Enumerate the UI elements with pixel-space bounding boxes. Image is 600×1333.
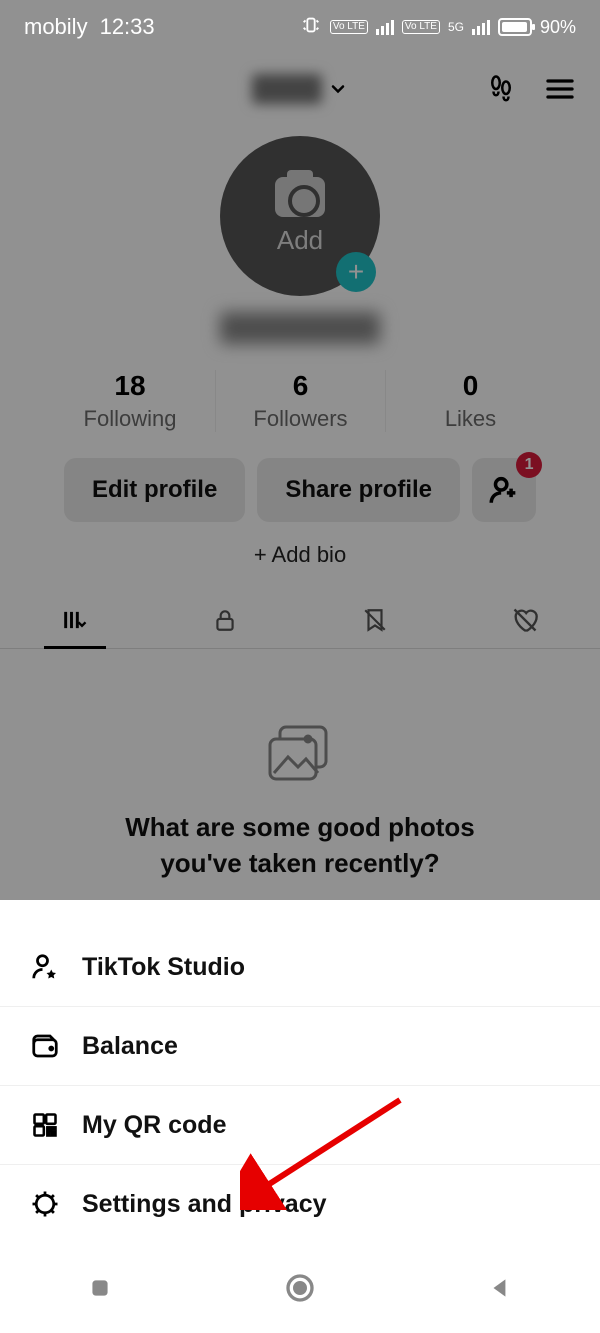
avatar-add-label: Add: [277, 225, 323, 256]
volte-badge-2: Vo LTE: [402, 20, 440, 34]
nav-home-button[interactable]: [280, 1268, 320, 1308]
friend-request-badge: 1: [516, 452, 542, 478]
tab-feed[interactable]: [0, 592, 150, 648]
wallet-icon: [28, 1029, 62, 1063]
tab-saved[interactable]: [300, 592, 450, 648]
settings-label: Settings and privacy: [82, 1190, 327, 1219]
vibrate-icon: [300, 14, 322, 41]
avatar-add[interactable]: Add +: [220, 136, 380, 296]
feed-icon: [61, 606, 89, 634]
sheet-item-studio[interactable]: TikTok Studio: [0, 928, 600, 1007]
nav-recent-button[interactable]: [80, 1268, 120, 1308]
person-star-icon: [28, 950, 62, 984]
hamburger-menu-icon[interactable]: [544, 73, 576, 105]
prompt-line2: you've taken recently?: [40, 845, 560, 881]
following-count: 18: [45, 370, 215, 402]
bookmark-hidden-icon: [362, 607, 388, 633]
stat-following[interactable]: 18 Following: [45, 370, 215, 432]
battery-percent: 90%: [540, 17, 576, 38]
add-bio-button[interactable]: + Add bio: [0, 542, 600, 568]
stat-followers[interactable]: 6 Followers: [215, 370, 385, 432]
likes-count: 0: [386, 370, 555, 402]
plus-badge-icon: +: [336, 252, 376, 292]
person-plus-icon: [487, 473, 521, 507]
handle-redacted: [220, 312, 380, 344]
gear-icon: [28, 1187, 62, 1221]
volte-badge-1: Vo LTE: [330, 20, 368, 34]
signal-bars-1: [376, 20, 394, 35]
sheet-item-settings[interactable]: Settings and privacy: [0, 1165, 600, 1243]
studio-label: TikTok Studio: [82, 953, 245, 982]
status-bar: mobily 12:33 Vo LTE Vo LTE 5G 90%: [0, 0, 600, 54]
sheet-item-balance[interactable]: Balance: [0, 1007, 600, 1086]
battery-icon: [498, 18, 532, 36]
tab-liked[interactable]: [450, 592, 600, 648]
edit-profile-button[interactable]: Edit profile: [64, 458, 245, 522]
network-label: 5G: [448, 20, 464, 34]
footprints-icon[interactable]: [486, 74, 516, 104]
android-navbar: [0, 1243, 600, 1333]
stat-likes[interactable]: 0 Likes: [385, 370, 555, 432]
share-profile-button[interactable]: Share profile: [257, 458, 460, 522]
followers-count: 6: [216, 370, 385, 402]
profile-tabs: [0, 592, 600, 649]
followers-label: Followers: [216, 406, 385, 432]
balance-label: Balance: [82, 1032, 178, 1061]
add-friends-button[interactable]: 1: [472, 458, 536, 522]
signal-bars-2: [472, 20, 490, 35]
nav-back-button[interactable]: [480, 1268, 520, 1308]
carrier-label: mobily: [24, 14, 88, 40]
chevron-down-icon: [328, 79, 348, 99]
prompt-line1: What are some good photos: [40, 809, 560, 845]
heart-hidden-icon: [511, 606, 539, 634]
qr-label: My QR code: [82, 1111, 226, 1140]
following-label: Following: [45, 406, 215, 432]
clock: 12:33: [100, 14, 155, 40]
app-header: [0, 54, 600, 124]
username-redacted: [252, 74, 322, 104]
camera-icon: [275, 177, 325, 217]
tab-private[interactable]: [150, 592, 300, 648]
likes-label: Likes: [386, 406, 555, 432]
account-switcher[interactable]: [252, 74, 348, 104]
lock-icon: [212, 607, 238, 633]
stats-row: 18 Following 6 Followers 0 Likes: [0, 370, 600, 432]
photos-icon: [40, 719, 560, 789]
sheet-item-qr[interactable]: My QR code: [0, 1086, 600, 1165]
qr-icon: [28, 1108, 62, 1142]
